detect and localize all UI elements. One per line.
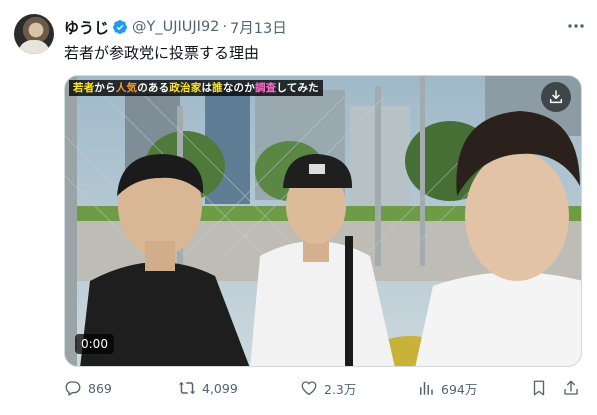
more-options-icon[interactable] xyxy=(565,18,587,34)
caption-part: 調査 xyxy=(254,82,277,94)
video-timestamp: 0:00 xyxy=(75,334,114,354)
share-button[interactable] xyxy=(562,376,580,400)
tweet-header: ゆうじ @Y_UJIUJI92 · 7月13日 xyxy=(64,17,287,37)
views-chart-icon xyxy=(420,382,433,395)
retweet-count: 4,099 xyxy=(202,380,238,396)
action-bar: 869 4,099 2.3万 694万 xyxy=(64,376,584,400)
download-button[interactable] xyxy=(541,82,571,112)
retweet-button[interactable]: 4,099 xyxy=(178,376,238,400)
header-separator: · xyxy=(222,19,228,35)
reply-button[interactable]: 869 xyxy=(64,376,112,400)
user-handle[interactable]: @Y_UJIUJI92 xyxy=(132,19,219,35)
reply-icon xyxy=(65,381,81,396)
caption-part: 政治家 xyxy=(169,82,202,94)
caption-part: から xyxy=(94,82,116,94)
like-button[interactable]: 2.3万 xyxy=(300,376,356,400)
caption-part: 人気 xyxy=(115,82,138,94)
bookmark-button[interactable] xyxy=(530,376,548,400)
download-icon xyxy=(549,90,563,104)
caption-part: のある xyxy=(137,82,170,94)
bookmark-icon xyxy=(533,380,545,396)
heart-icon xyxy=(301,381,317,396)
share-icon xyxy=(564,380,578,395)
video-frame xyxy=(65,76,581,366)
caption-part: は xyxy=(201,82,213,94)
video-caption: 若者から人気のある政治家は誰なのか調査してみた xyxy=(69,80,323,96)
tweet: ゆうじ @Y_UJIUJI92 · 7月13日 若者が参政党に投票する理由 若者… xyxy=(0,0,597,415)
caption-part: してみた xyxy=(276,82,319,94)
reply-count: 869 xyxy=(88,380,112,396)
views-button[interactable]: 694万 xyxy=(417,376,477,400)
retweet-icon xyxy=(178,381,196,395)
avatar[interactable] xyxy=(14,14,54,54)
caption-part: なのか xyxy=(222,82,255,94)
caption-part: 誰 xyxy=(212,82,223,94)
caption-part: 若者 xyxy=(73,82,95,94)
display-name[interactable]: ゆうじ xyxy=(64,17,109,38)
like-count: 2.3万 xyxy=(324,381,357,397)
tweet-date[interactable]: 7月13日 xyxy=(230,17,287,38)
video-player[interactable]: 若者から人気のある政治家は誰なのか調査してみた 0:00 xyxy=(64,75,582,367)
tweet-text: 若者が参政党に投票する理由 xyxy=(64,44,260,62)
view-count: 694万 xyxy=(441,381,478,397)
verified-badge-icon xyxy=(113,20,128,34)
